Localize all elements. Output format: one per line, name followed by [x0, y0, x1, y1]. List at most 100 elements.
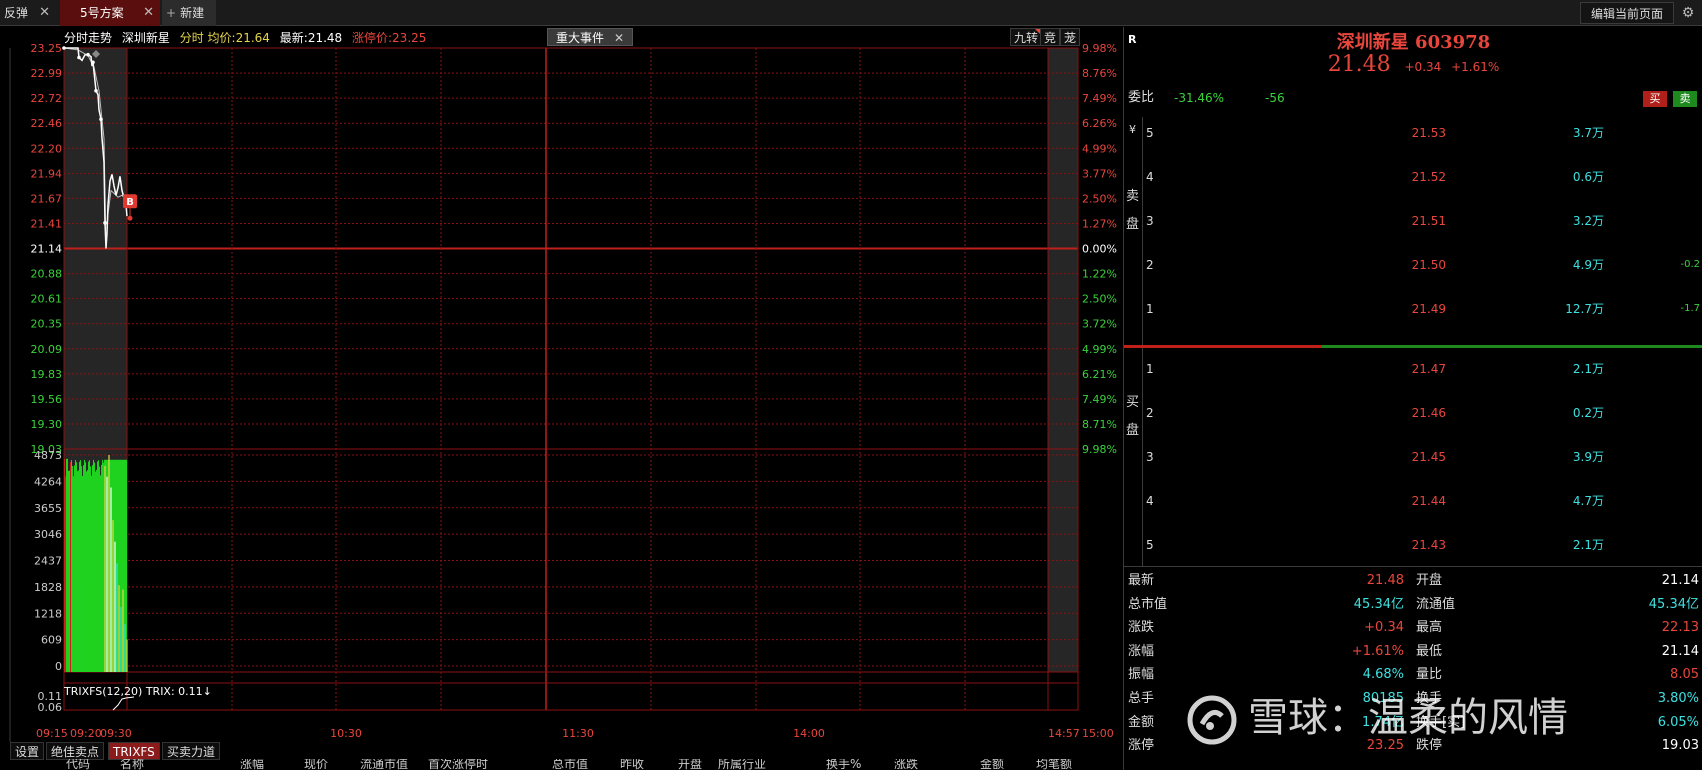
col-prev-close[interactable]: 昨收 — [620, 759, 644, 770]
volume-bar — [95, 546, 97, 672]
pct-tick-label: 4.99% — [1082, 142, 1117, 155]
bid-level-3[interactable]: 3 21.45 3.9万 — [1144, 447, 1700, 467]
buy-signal-dot — [127, 215, 133, 221]
level-change: -0.2 — [1680, 259, 1700, 270]
tab-trixfs[interactable]: TRIXFS — [108, 742, 160, 760]
col-first-limit-time[interactable]: 首次涨停时 — [428, 759, 488, 770]
volume-tick-label: 609 — [41, 634, 62, 647]
auction-volume-bar — [81, 466, 82, 672]
tab-rebound[interactable]: 反弹 ✕ — [0, 0, 56, 26]
buy-button[interactable]: 买 — [1643, 91, 1667, 107]
quote-price-line: 21.48 +0.34 +1.61% — [1124, 52, 1702, 77]
bid-level-2[interactable]: 2 21.46 0.2万 — [1144, 403, 1700, 423]
order-book: ¥ 卖盘 买盘 5 21.53 3.7万 4 21.52 0.6万 3 21.51 3.2万… — [1124, 117, 1702, 567]
stat-label: 流通值 — [1416, 596, 1456, 612]
sell-button[interactable]: 卖 — [1673, 91, 1697, 107]
time-tick-label: 14:57 — [1048, 727, 1080, 740]
col-name[interactable]: 名称 — [120, 759, 144, 770]
level-num: 1 — [1146, 302, 1154, 316]
auction-volume-bar — [65, 476, 66, 672]
bid-level-1[interactable]: 1 21.47 2.1万 — [1144, 359, 1700, 379]
bid-level-5[interactable]: 5 21.43 2.1万 — [1144, 535, 1700, 555]
close-icon[interactable]: ✕ — [143, 0, 154, 26]
time-tick-label: 11:30 — [562, 727, 594, 740]
tab-buy-sell-force[interactable]: 买卖力道 — [162, 742, 221, 760]
level-price: 21.46 — [1411, 406, 1446, 420]
gear-icon[interactable]: ⚙ — [1678, 2, 1698, 24]
col-float-mktcap[interactable]: 流通市值 — [360, 759, 408, 770]
major-event-label: 重大事件 — [556, 31, 605, 45]
level-price: 21.49 — [1411, 302, 1446, 316]
close-icon[interactable]: ✕ — [39, 0, 50, 26]
tab-plan-5[interactable]: 5号方案 ✕ — [60, 0, 160, 26]
price-tick-label: 20.88 — [31, 268, 63, 281]
price-tick-label: 20.35 — [31, 318, 63, 331]
chart-mode-label[interactable]: 分时走势 — [64, 31, 112, 45]
auction-volume-bar — [79, 461, 80, 672]
volume-bar — [102, 546, 104, 672]
col-industry[interactable]: 所属行业 — [718, 759, 766, 770]
price-tick-label: 22.46 — [31, 117, 63, 130]
intraday-chart[interactable]: 23.25 22.99 22.72 22.46 22.20 21.94 21.67 21.41… — [0, 27, 1122, 742]
col-open[interactable]: 开盘 — [678, 759, 702, 770]
col-amount[interactable]: 金额 — [980, 759, 1004, 770]
volume-bar — [89, 589, 91, 672]
level-num: 2 — [1146, 406, 1154, 420]
long-button[interactable]: 茏 — [1060, 28, 1081, 46]
quote-stock-name: 深圳新星 603978 — [1336, 32, 1491, 53]
jiuzhuan-button[interactable]: 九转 — [1010, 28, 1043, 46]
bid-side-char: 买 — [1126, 395, 1140, 410]
col-change[interactable]: 涨跌 — [894, 759, 918, 770]
stock-list-header: 代码 名称 涨幅 现价 流通市值 首次涨停时 总市值 昨收 开盘 所属行业 换手… — [64, 759, 1124, 770]
pct-tick-label: 3.77% — [1082, 167, 1117, 180]
auction-volume-bar — [86, 471, 87, 672]
volume-tick-label: 3655 — [34, 502, 62, 515]
level-price: 21.45 — [1411, 450, 1446, 464]
price-dot — [99, 117, 103, 122]
tab-settings[interactable]: 设置 — [10, 742, 45, 760]
auction-volume-bar — [69, 470, 70, 672]
close-icon[interactable]: ✕ — [614, 31, 624, 45]
auction-volume-bar — [71, 460, 72, 672]
pct-tick-label: 2.50% — [1082, 192, 1117, 205]
stat-value: 4.68% — [1362, 667, 1404, 683]
stat-label: 振幅 — [1128, 667, 1155, 683]
col-total-mktcap[interactable]: 总市值 — [552, 759, 588, 770]
watermark-text: 雪球：温柔的风情 — [1248, 695, 1568, 741]
level-num: 5 — [1146, 538, 1154, 552]
level-num: 3 — [1146, 214, 1154, 228]
auction-volume-bar — [85, 462, 86, 672]
edit-page-button[interactable]: 编辑当前页面 — [1579, 2, 1674, 24]
ask-level-5[interactable]: 5 21.53 3.7万 — [1144, 123, 1700, 143]
col-avg-trade[interactable]: 均笔额 — [1036, 759, 1072, 770]
ask-level-3[interactable]: 3 21.51 3.2万 — [1144, 211, 1700, 231]
pct-tick-label: 8.71% — [1082, 418, 1117, 431]
major-event-tag[interactable]: 重大事件 ✕ — [547, 28, 634, 46]
chart-sub-label: 分时 — [179, 31, 204, 45]
level-volume: 0.2万 — [1572, 406, 1604, 420]
price-tick-label: 19.30 — [31, 418, 63, 431]
ask-level-4[interactable]: 4 21.52 0.6万 — [1144, 167, 1700, 187]
tab-new[interactable]: + 新建 — [162, 0, 216, 26]
bid-level-4[interactable]: 4 21.44 4.7万 — [1144, 491, 1700, 511]
col-turnover[interactable]: 换手% — [826, 759, 861, 770]
col-change-pct[interactable]: 涨幅 — [240, 759, 264, 770]
auction-volume-bar — [64, 458, 65, 672]
volume-bar — [92, 567, 94, 672]
col-code[interactable]: 代码 — [66, 759, 90, 770]
level-volume: 3.9万 — [1572, 450, 1604, 464]
ask-level-1[interactable]: 1 21.49 12.7万 -1.7 — [1144, 299, 1700, 319]
chart-header: 分时走势 深圳新星 分时 均价:21.64 最新:21.48 涨停价:23.25 — [64, 29, 426, 47]
auction-volume-bar — [76, 462, 77, 672]
ask-level-2[interactable]: 2 21.50 4.9万 -0.2 — [1144, 255, 1700, 275]
order-ratio-row: 委比 -31.46% -56 买 卖 — [1124, 84, 1702, 112]
buy-signal-label: B — [126, 197, 134, 208]
tab-best-sell[interactable]: 绝佳卖点 — [46, 742, 105, 760]
stat-label: 量比 — [1416, 667, 1443, 683]
auction-volume-bar — [67, 458, 68, 672]
auction-volume-bar — [83, 465, 84, 672]
col-price[interactable]: 现价 — [304, 759, 328, 770]
stat-label: 涨幅 — [1128, 643, 1155, 659]
quote-last-price: 21.48 — [1327, 52, 1391, 77]
auction-button[interactable]: 竞 — [1040, 28, 1061, 46]
